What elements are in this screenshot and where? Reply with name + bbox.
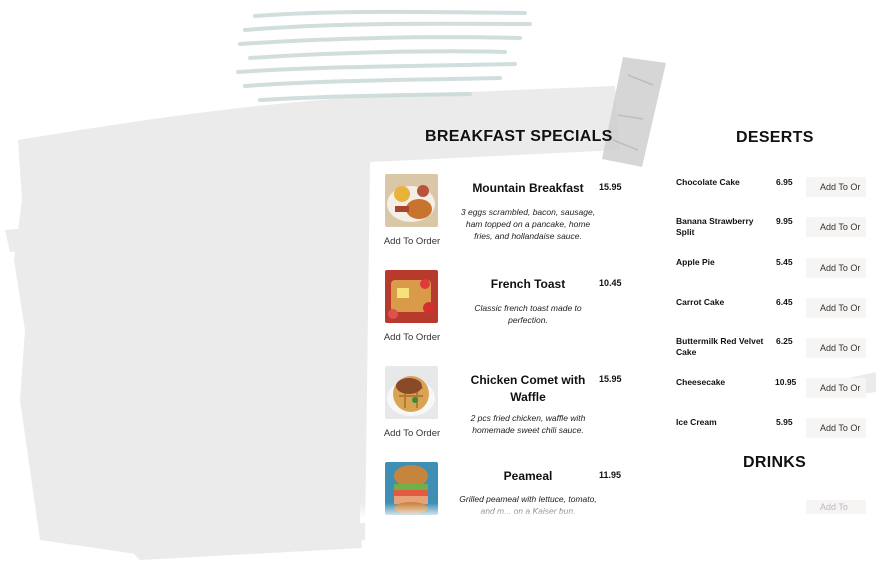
drinks-title: DRINKS bbox=[743, 454, 807, 471]
item-price: 5.45 bbox=[776, 257, 793, 267]
item-name: Cheesecake bbox=[676, 377, 726, 387]
add-to-order-button[interactable]: Add To Or bbox=[806, 378, 866, 398]
add-to-order-button[interactable]: Add To Or bbox=[806, 258, 866, 278]
add-to-order-button[interactable]: Add To Or bbox=[806, 338, 866, 358]
bottom-fade bbox=[360, 503, 640, 523]
item-price: 15.95 bbox=[599, 182, 622, 192]
dessert-item-cheesecake: Cheesecake 10.95 Add To Or bbox=[676, 377, 876, 407]
drinks-add-to-order-button[interactable]: Add To bbox=[806, 500, 866, 514]
add-to-order-button[interactable]: Add To Or bbox=[806, 418, 866, 438]
item-name: Peameal bbox=[503, 469, 553, 483]
item-price: 6.95 bbox=[776, 177, 793, 187]
item-price: 10.95 bbox=[775, 377, 797, 387]
dessert-item-banana-strawberry-split: Banana Strawberry Split 9.95 Add To Or bbox=[676, 216, 876, 246]
add-to-order-button[interactable]: Add To Or bbox=[806, 177, 866, 197]
item-name: Ice Cream bbox=[676, 417, 717, 427]
dessert-item-carrot-cake: Carrot Cake 6.45 Add To Or bbox=[676, 297, 876, 327]
dessert-item-chocolate-cake: Chocolate Cake 6.95 Add To Or bbox=[676, 177, 876, 207]
item-price: 6.25 bbox=[776, 336, 793, 346]
add-to-order-button[interactable]: Add To Or bbox=[806, 298, 866, 318]
item-price: 11.95 bbox=[599, 470, 622, 480]
breakfast-item-french-toast: Add To Order French Toast 10.45 Classic … bbox=[378, 270, 628, 362]
item-description: 2 pcs fried chicken, waffle with homemad… bbox=[470, 413, 586, 435]
item-name: Carrot Cake bbox=[676, 297, 725, 307]
item-name: Chocolate Cake bbox=[676, 177, 740, 187]
item-price: 10.45 bbox=[599, 278, 622, 288]
breakfast-item-mountain-breakfast: Add To Order Mountain Breakfast 15.95 3 … bbox=[378, 174, 628, 266]
item-name: Apple Pie bbox=[676, 257, 715, 267]
french-toast-photo[interactable] bbox=[385, 270, 438, 323]
add-to-order-button[interactable]: Add To Or bbox=[806, 217, 866, 237]
chicken-waffle-photo[interactable] bbox=[385, 366, 438, 419]
item-name: Banana Strawberry Split bbox=[676, 216, 754, 237]
dessert-item-buttermilk-red-velvet-cake: Buttermilk Red Velvet Cake 6.25 Add To O… bbox=[676, 336, 876, 366]
tape-decoration bbox=[602, 57, 666, 167]
add-to-order-button[interactable]: Add To Order bbox=[378, 232, 446, 250]
item-name: Mountain Breakfast bbox=[472, 181, 584, 195]
breakfast-item-chicken-comet-with-waffle: Add To Order Chicken Comet with Waffle 1… bbox=[378, 366, 628, 458]
desserts-title: DESERTS bbox=[736, 129, 814, 146]
item-name: Buttermilk Red Velvet Cake bbox=[676, 336, 764, 357]
add-to-order-button[interactable]: Add To Order bbox=[378, 328, 446, 346]
dessert-item-ice-cream: Ice Cream 5.95 Add To Or bbox=[676, 417, 876, 447]
breakfast-specials-title: BREAKFAST SPECIALS bbox=[425, 128, 613, 145]
item-price: 6.45 bbox=[776, 297, 793, 307]
mountain-breakfast-photo[interactable] bbox=[385, 174, 438, 227]
item-name: French Toast bbox=[490, 277, 566, 291]
dessert-item-apple-pie: Apple Pie 5.45 Add To Or bbox=[676, 257, 876, 287]
item-description: 3 eggs scrambled, bacon, sausage, ham to… bbox=[460, 207, 596, 241]
add-to-order-button[interactable]: Add To Order bbox=[378, 424, 446, 442]
item-price: 9.95 bbox=[776, 216, 793, 226]
item-price: 5.95 bbox=[776, 417, 793, 427]
item-name: Chicken Comet with Waffle bbox=[470, 373, 586, 404]
item-price: 15.95 bbox=[599, 374, 622, 384]
item-description: Classic french toast made to perfection. bbox=[474, 303, 582, 325]
